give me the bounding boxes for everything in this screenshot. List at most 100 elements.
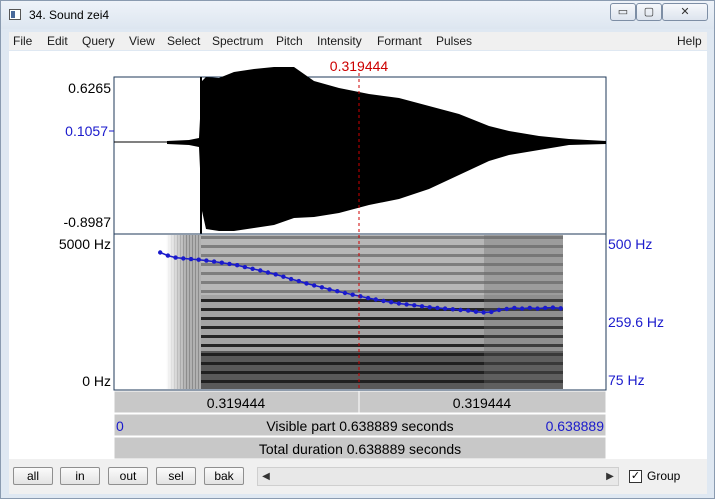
zoom-out-button[interactable]: out [108,467,148,485]
zoom-selection-button[interactable]: sel [156,467,196,485]
pitch-point [265,270,271,275]
pitch-point [296,278,301,284]
pitch-point [258,268,263,273]
group-label: Group [647,469,681,483]
pitch-point [419,304,425,309]
pitch-point [365,295,371,301]
pitch-min-label: 75 Hz [608,372,645,388]
time-bar-left-label: 0.319444 [207,395,266,411]
pitch-point [219,260,224,265]
pitch-point [312,283,317,288]
pitch-point [427,305,432,310]
pitch-point [481,310,486,315]
visible-part-label: Visible part 0.638889 seconds [266,418,453,434]
pitch-point [288,276,294,282]
pitch-point [412,303,417,308]
title-bar[interactable]: 34. Sound zei4 ▭ ▢ ✕ [1,1,714,29]
pitch-point [165,253,171,258]
sound-editor-window: 34. Sound zei4 ▭ ▢ ✕ File Edit Query Vie… [0,0,715,499]
pitch-point [396,301,402,306]
pitch-point [350,292,355,297]
pitch-point [273,272,278,277]
pitch-mid-label: 259.6 Hz [608,314,664,330]
pitch-point [381,298,386,304]
menu-intensity[interactable]: Intensity [317,34,362,48]
menu-formant[interactable]: Formant [377,34,422,48]
pitch-point [435,305,440,311]
spectrogram-freq-min-label: 0 Hz [82,373,111,389]
menu-view[interactable]: View [129,34,155,48]
menu-query[interactable]: Query [82,34,115,48]
pitch-point [235,263,240,268]
pitch-point [466,308,471,313]
pitch-point [188,256,194,262]
menu-pitch[interactable]: Pitch [276,34,303,48]
minimize-button[interactable]: ▭ [610,3,636,21]
pitch-point [558,306,563,311]
pitch-point [373,297,378,302]
pitch-point [512,305,517,311]
visible-start-label: 0 [116,418,124,434]
pitch-point [304,281,309,286]
waveform-ymin-label: -0.8987 [64,214,112,230]
pitch-point [496,307,502,313]
pitch-point [450,307,455,312]
sound-editor-canvas[interactable]: 0.319444 0.6265 0.1057 -0.8987 5000 Hz 0… [9,51,707,459]
scroll-left-icon[interactable]: ◀ [258,468,274,485]
horizontal-scrollbar[interactable]: ◀ ▶ [257,467,619,486]
pitch-point [204,258,209,263]
pitch-point [281,274,286,279]
waveform-ymax-label: 0.6265 [68,80,111,96]
window-icon [9,9,21,20]
close-button[interactable]: ✕ [662,3,708,21]
pitch-max-label: 500 Hz [608,236,652,252]
pitch-point [504,306,509,312]
pitch-point [158,250,163,255]
cursor-time-label: 0.319444 [330,58,389,74]
maximize-button[interactable]: ▢ [636,3,662,21]
total-duration-label: Total duration 0.638889 seconds [259,441,461,457]
bottom-toolbar: all in out sel bak ◀ ▶ ✓ Group [9,459,707,494]
menu-file[interactable]: File [13,34,32,48]
visible-end-label: 0.638889 [546,418,605,434]
pitch-point [389,300,394,305]
pitch-point [550,305,556,310]
menu-help[interactable]: Help [677,34,702,48]
menu-spectrum[interactable]: Spectrum [212,34,263,48]
menu-bar: File Edit Query View Select Spectrum Pit… [9,32,707,50]
pitch-point [327,287,332,292]
waveform-ymid-label: 0.1057 [65,123,108,139]
all-button[interactable]: all [13,467,53,485]
editor-content: 0.319444 0.6265 0.1057 -0.8987 5000 Hz 0… [9,51,707,459]
pitch-point [250,266,255,271]
pitch-point [473,309,479,314]
group-checkbox[interactable]: ✓ [629,470,642,483]
pitch-point [519,306,525,311]
pitch-point [543,305,548,311]
spectrogram-freq-max-label: 5000 Hz [59,236,111,252]
time-bar-right-label: 0.319444 [453,395,512,411]
pitch-point [319,285,325,290]
pitch-point [342,290,348,296]
pitch-point [173,255,178,260]
pitch-point [535,306,540,311]
pitch-point [227,261,232,267]
menu-pulses[interactable]: Pulses [436,34,472,48]
pitch-point [489,309,494,315]
zoom-in-button[interactable]: in [60,467,100,485]
pitch-point [242,264,248,270]
pitch-point [404,302,409,307]
pitch-point [458,307,463,313]
pitch-point [211,259,217,264]
pitch-point [442,306,448,311]
window-title: 34. Sound zei4 [29,8,110,22]
pitch-point [181,256,186,261]
spectrogram-offset [484,235,563,389]
scroll-right-icon[interactable]: ▶ [602,468,618,485]
menu-edit[interactable]: Edit [47,34,68,48]
menu-select[interactable]: Select [167,34,200,48]
pitch-point [335,289,340,294]
pitch-point [196,257,201,262]
zoom-back-button[interactable]: bak [204,467,244,485]
pitch-point [527,305,532,311]
